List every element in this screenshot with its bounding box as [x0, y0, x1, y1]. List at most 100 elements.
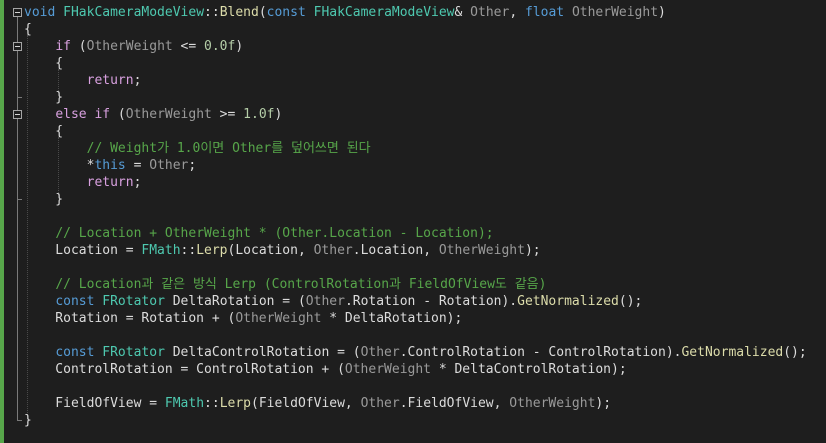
comment-token: // Location과 같은 방식 Lerp (ControlRotation… — [55, 277, 547, 292]
code-token: (Location, — [227, 243, 314, 258]
type-token: FHakCameraModeView — [63, 5, 205, 20]
code-token: >= — [211, 107, 244, 122]
code-token: ; — [133, 73, 142, 88]
code-token: = — [125, 158, 150, 173]
code-token: DeltaRotation = ( — [172, 294, 306, 309]
keyword-token: this — [94, 158, 126, 173]
type-token: FMath — [141, 243, 181, 258]
code-token: * DeltaRotation); — [321, 311, 463, 326]
code-line[interactable]: ​ — [24, 378, 826, 395]
code-token: * — [24, 158, 95, 173]
code-line[interactable]: { — [24, 55, 826, 72]
parameter-token: OtherWeight — [571, 5, 659, 20]
code-line[interactable]: return; — [24, 72, 826, 89]
code-line[interactable]: const FRotator DeltaRotation = (Other.Ro… — [24, 293, 826, 310]
control-keyword-token: if — [55, 39, 71, 54]
parameter-token: OtherWeight — [344, 362, 431, 377]
code-token: ( — [258, 5, 267, 20]
type-token: FRotator — [102, 294, 165, 309]
function-token: Blend — [219, 5, 259, 20]
code-line[interactable]: ControlRotation = ControlRotation + (Oth… — [24, 361, 826, 378]
code-token: Rotation = Rotation + ( — [24, 311, 236, 326]
code-line[interactable]: // Location + OtherWeight * (Other.Locat… — [24, 225, 826, 242]
parameter-token: Other — [360, 396, 400, 411]
code-line[interactable]: Location = FMath::Lerp(Location, Other.L… — [24, 242, 826, 259]
comment-token: // Location + OtherWeight * (Other.Locat… — [55, 226, 494, 241]
code-line[interactable]: } — [24, 191, 826, 208]
collapse-icon[interactable] — [13, 42, 22, 51]
number-token: 0.0f — [204, 39, 236, 54]
code-token: ( — [70, 39, 87, 54]
code-token: .Location, — [352, 243, 439, 258]
fold-region-end — [17, 420, 22, 421]
control-keyword-token: return — [86, 175, 134, 190]
code-line[interactable]: ​ — [24, 259, 826, 276]
code-token: & — [454, 5, 471, 20]
code-editor[interactable]: void FHakCameraModeView::Blend(const FHa… — [0, 0, 826, 443]
code-line[interactable]: void FHakCameraModeView::Blend(const FHa… — [24, 4, 826, 21]
type-token: FRotator — [102, 345, 165, 360]
type-token: FMath — [164, 396, 205, 411]
code-token: .ControlRotation - ControlRotation). — [399, 345, 682, 360]
keyword-token: float — [524, 5, 565, 20]
code-line[interactable]: *this = Other; — [24, 157, 826, 174]
code-line[interactable]: Rotation = Rotation + (OtherWeight * Del… — [24, 310, 826, 327]
collapse-icon[interactable] — [13, 8, 22, 17]
code-text-area[interactable]: void FHakCameraModeView::Blend(const FHa… — [24, 4, 826, 429]
code-line[interactable]: } — [24, 89, 826, 106]
code-line[interactable]: // Weight가 1.0이면 Other를 덮어쓰면 된다 — [24, 140, 826, 157]
code-token: :: — [204, 396, 220, 411]
code-line[interactable]: return; — [24, 174, 826, 191]
code-token: .FieldOfView, — [399, 396, 510, 411]
control-keyword-token: return — [86, 73, 134, 88]
code-token: { — [24, 56, 64, 71]
code-line[interactable]: const FRotator DeltaControlRotation = (O… — [24, 344, 826, 361]
fold-region-line — [17, 17, 18, 421]
number-token: 1.0f — [243, 107, 275, 122]
code-line[interactable]: if (OtherWeight <= 0.0f) — [24, 38, 826, 55]
code-token: ) — [658, 5, 666, 20]
keyword-token: const — [266, 5, 306, 20]
code-line[interactable]: { — [24, 123, 826, 140]
code-token: ) — [235, 39, 244, 54]
code-token: Location = — [24, 243, 142, 258]
code-line[interactable]: ​ — [24, 327, 826, 344]
code-line[interactable]: { — [24, 21, 826, 38]
parameter-token: OtherWeight — [86, 39, 173, 54]
collapse-icon[interactable] — [13, 110, 22, 119]
code-line[interactable]: FieldOfView = FMath::Lerp(FieldOfView, O… — [24, 395, 826, 412]
parameter-token: Other — [360, 345, 400, 360]
code-line[interactable]: // Location과 같은 방식 Lerp (ControlRotation… — [24, 276, 826, 293]
parameter-token: Other — [305, 294, 345, 309]
code-line[interactable]: } — [24, 412, 826, 429]
keyword-token: void — [24, 5, 56, 20]
control-keyword-token: else — [55, 107, 87, 122]
code-line[interactable]: else if (OtherWeight >= 1.0f) — [24, 106, 826, 123]
code-token: (); — [783, 345, 807, 360]
parameter-token: Other — [470, 5, 510, 20]
code-token: { — [24, 124, 64, 139]
code-token: ControlRotation = ControlRotation + ( — [24, 362, 345, 377]
code-token: { — [24, 22, 32, 37]
parameter-token: OtherWeight — [509, 396, 596, 411]
function-token: Lerp — [196, 243, 228, 258]
code-token: } — [24, 90, 64, 105]
parameter-token: Other — [149, 158, 189, 173]
outlining-gutter — [4, 0, 24, 443]
keyword-token: const — [55, 294, 95, 309]
code-token: (); — [618, 294, 643, 309]
comment-token: // Weight가 1.0이면 Other를 덮어쓰면 된다 — [86, 141, 371, 156]
code-token: ); — [595, 396, 612, 411]
code-line[interactable]: ​ — [24, 208, 826, 225]
parameter-token: OtherWeight — [125, 107, 212, 122]
fold-region-end — [17, 97, 22, 98]
